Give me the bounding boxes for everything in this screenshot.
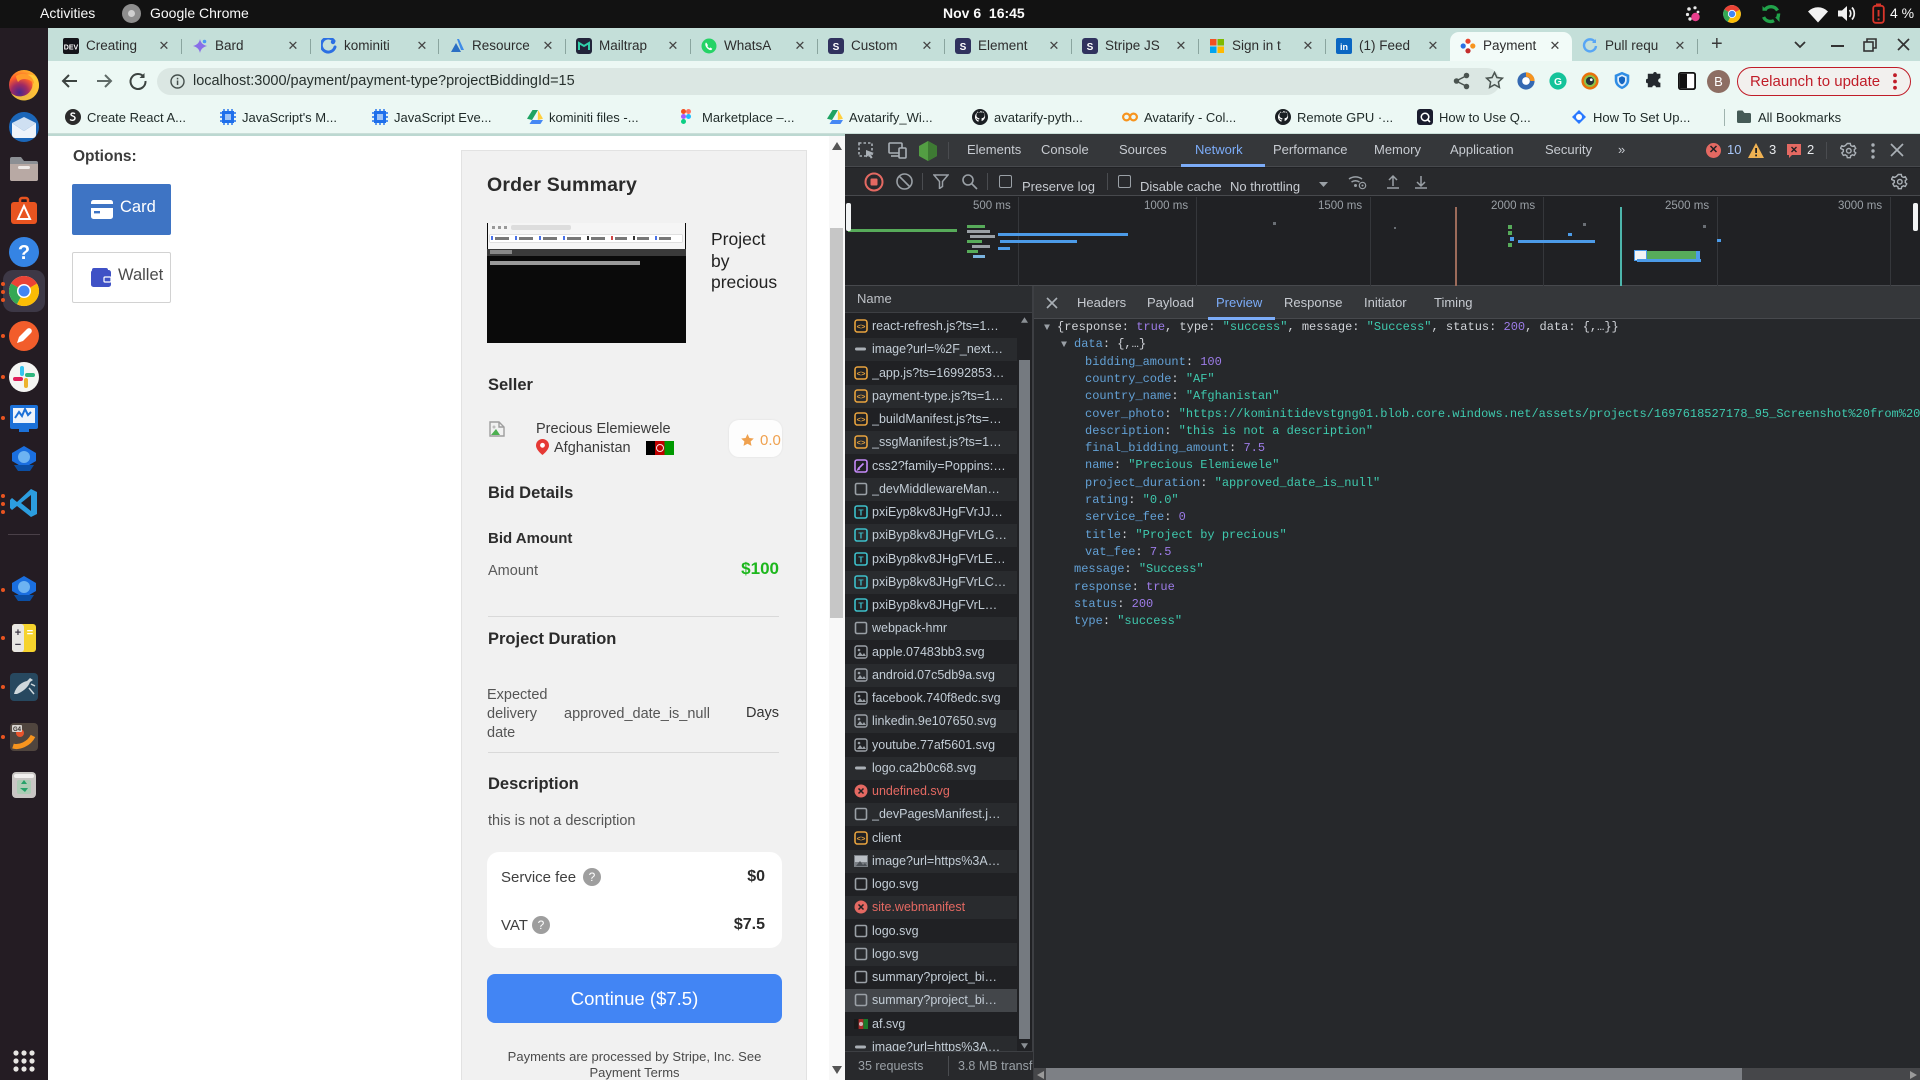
svg-text:<>: <> (857, 392, 866, 401)
svg-text:T: T (858, 554, 864, 564)
svg-text:=: = (27, 627, 33, 639)
svg-text:S: S (960, 42, 967, 53)
svg-text:S: S (1087, 42, 1094, 53)
svg-text:T: T (858, 577, 864, 587)
svg-text:<>: <> (857, 322, 866, 331)
svg-text:in: in (1340, 42, 1348, 52)
svg-text:G4: G4 (13, 727, 22, 733)
svg-text:−: − (15, 639, 21, 651)
svg-text:<>: <> (857, 834, 866, 843)
svg-text:DEV: DEV (64, 45, 79, 52)
svg-text:S: S (833, 42, 840, 53)
svg-text:T: T (858, 531, 864, 541)
svg-text:T: T (858, 508, 864, 518)
svg-text:T: T (858, 601, 864, 611)
svg-text:+: + (15, 627, 21, 639)
svg-text:?: ? (18, 242, 30, 264)
svg-text:<>: <> (857, 415, 866, 424)
svg-text:<>: <> (857, 438, 866, 447)
svg-text:G: G (1554, 77, 1562, 88)
svg-text:<>: <> (857, 369, 866, 378)
